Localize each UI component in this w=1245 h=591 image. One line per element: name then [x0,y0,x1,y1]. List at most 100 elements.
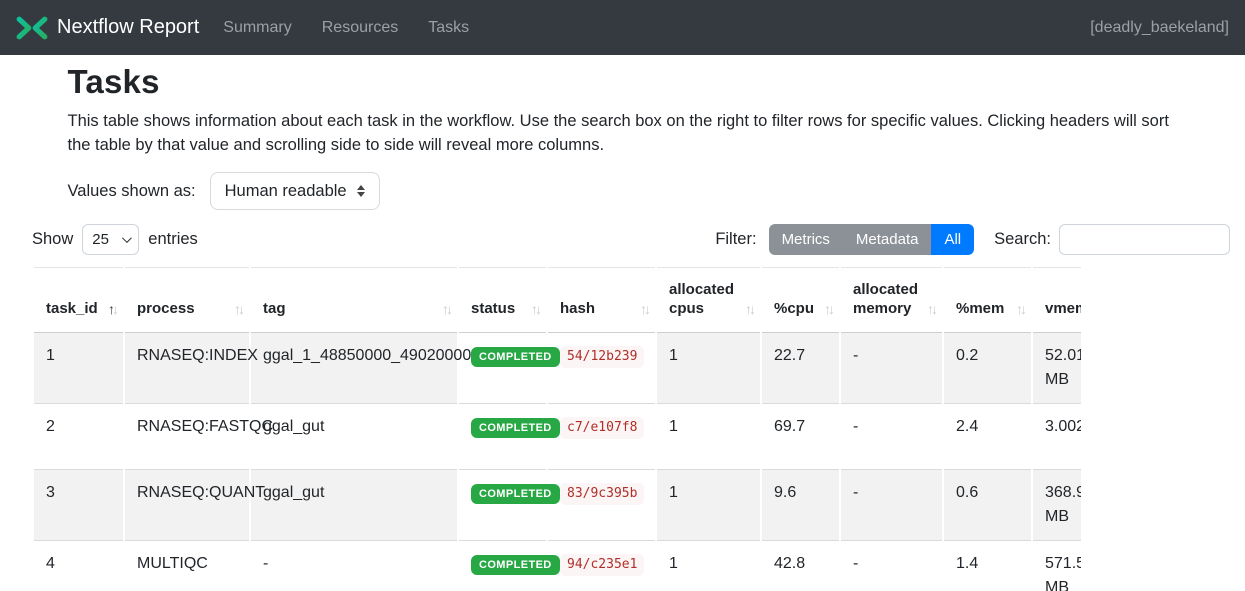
values-shown-select[interactable]: Human readable [210,172,380,210]
values-shown-value: Human readable [225,182,347,201]
sort-icon: ↑↓ [1016,300,1024,319]
column-header-allocated-cpus[interactable]: allocated cpus↑↓ [657,267,760,333]
navbar: Nextflow Report Summary Resources Tasks … [0,0,1245,55]
cell-hash: 94/c235e1 [548,541,655,591]
hash-code: 54/12b239 [560,346,644,368]
cell-process: RNASEQ:INDEX [125,333,249,404]
values-shown-row: Values shown as: Human readable [68,172,1178,210]
sort-icon: ↑↓ [442,300,450,319]
tasks-table: task_id↑↓ process↑↓ tag↑↓ status↑↓ hash↑… [32,267,1081,591]
cell-pcpu: 22.7 [762,333,839,404]
cell-process: RNASEQ:FASTQC [125,404,249,470]
cell-pcpu: 9.6 [762,470,839,541]
table-row: 2 RNASEQ:FASTQC ggal_gut COMPLETED c7/e1… [34,404,1081,470]
cell-vmem: 571.58 MB [1033,541,1081,591]
cell-status: COMPLETED [459,333,546,404]
table-row: 4 MULTIQC - COMPLETED 94/c235e1 1 42.8 -… [34,541,1081,591]
cell-allocated-cpus: 1 [657,470,760,541]
run-name: [deadly_baekeland] [1090,19,1229,37]
nav-item-summary[interactable]: Summary [223,19,291,37]
status-badge: COMPLETED [471,418,560,438]
cell-allocated-cpus: 1 [657,333,760,404]
cell-task-id: 3 [34,470,123,541]
cell-pcpu: 69.7 [762,404,839,470]
sort-icon: ↑↓ [745,300,753,319]
cell-status: COMPLETED [459,541,546,591]
cell-allocated-memory: - [841,404,942,470]
cell-tag: ggal_gut [251,470,457,541]
status-badge: COMPLETED [471,484,560,504]
sort-icon: ↑↓ [531,300,539,319]
show-label: Show [32,230,73,249]
cell-pmem: 0.2 [944,333,1031,404]
values-shown-label: Values shown as: [68,182,196,201]
sort-icon: ↑↓ [108,300,116,319]
column-header-vmem[interactable]: vmem [1033,267,1081,333]
tasks-table-panel: Show 25 entries Filter: Metrics Metadata… [32,224,1230,591]
cell-task-id: 4 [34,541,123,591]
entries-label: entries [148,230,198,249]
table-scroll-area[interactable]: task_id↑↓ process↑↓ tag↑↓ status↑↓ hash↑… [32,267,1081,591]
page-length-value: 25 [92,231,109,248]
search-label: Search: [994,230,1051,249]
filter-metadata-button[interactable]: Metadata [843,224,932,255]
hash-code: c7/e107f8 [560,417,644,439]
cell-tag: ggal_gut [251,404,457,470]
hash-code: 83/9c395b [560,483,644,505]
page-length-select[interactable]: 25 [82,224,139,255]
sort-icon: ↑↓ [824,300,832,319]
table-header-row: task_id↑↓ process↑↓ tag↑↓ status↑↓ hash↑… [34,267,1081,333]
column-header-process[interactable]: process↑↓ [125,267,249,333]
cell-vmem: 3.002 [1033,404,1081,470]
sort-icon: ↑↓ [640,300,648,319]
nextflow-logo-icon [16,14,48,42]
cell-tag: - [251,541,457,591]
column-header-status[interactable]: status↑↓ [459,267,546,333]
filter-metrics-button[interactable]: Metrics [769,224,843,255]
cell-status: COMPLETED [459,404,546,470]
nav-item-tasks[interactable]: Tasks [428,19,469,37]
filter-button-group: Metrics Metadata All [769,224,975,255]
cell-pmem: 1.4 [944,541,1031,591]
cell-pcpu: 42.8 [762,541,839,591]
cell-allocated-cpus: 1 [657,541,760,591]
column-header-allocated-memory[interactable]: allocated memory↑↓ [841,267,942,333]
updown-icon [357,185,365,197]
cell-allocated-cpus: 1 [657,404,760,470]
status-badge: COMPLETED [471,347,560,367]
cell-vmem: 368.95 MB [1033,470,1081,541]
column-header-hash[interactable]: hash↑↓ [548,267,655,333]
cell-pmem: 0.6 [944,470,1031,541]
navbar-brand[interactable]: Nextflow Report [57,16,199,39]
hash-code: 94/c235e1 [560,554,644,576]
cell-hash: 54/12b239 [548,333,655,404]
cell-allocated-memory: - [841,470,942,541]
filter-label: Filter: [715,230,756,249]
nav-links: Summary Resources Tasks [223,19,469,37]
column-header-pmem[interactable]: %mem↑↓ [944,267,1031,333]
column-header-task-id[interactable]: task_id↑↓ [34,267,123,333]
status-badge: COMPLETED [471,555,560,575]
cell-hash: 83/9c395b [548,470,655,541]
page-length-control: Show 25 entries [32,224,198,255]
sort-icon: ↑↓ [927,300,935,319]
cell-allocated-memory: - [841,333,942,404]
table-row: 1 RNASEQ:INDEX ggal_1_48850000_49020000 … [34,333,1081,404]
cell-process: RNASEQ:QUANT [125,470,249,541]
brand-group[interactable]: Nextflow Report [16,14,199,42]
cell-task-id: 2 [34,404,123,470]
page-description: This table shows information about each … [68,109,1178,157]
filter-all-button[interactable]: All [931,224,974,255]
cell-hash: c7/e107f8 [548,404,655,470]
sort-icon: ↑↓ [234,300,242,319]
cell-pmem: 2.4 [944,404,1031,470]
search-input[interactable] [1059,224,1230,255]
cell-task-id: 1 [34,333,123,404]
table-row: 3 RNASEQ:QUANT ggal_gut COMPLETED 83/9c3… [34,470,1081,541]
cell-allocated-memory: - [841,541,942,591]
column-header-tag[interactable]: tag↑↓ [251,267,457,333]
cell-process: MULTIQC [125,541,249,591]
table-controls: Show 25 entries Filter: Metrics Metadata… [32,224,1230,255]
nav-item-resources[interactable]: Resources [322,19,398,37]
column-header-pcpu[interactable]: %cpu↑↓ [762,267,839,333]
